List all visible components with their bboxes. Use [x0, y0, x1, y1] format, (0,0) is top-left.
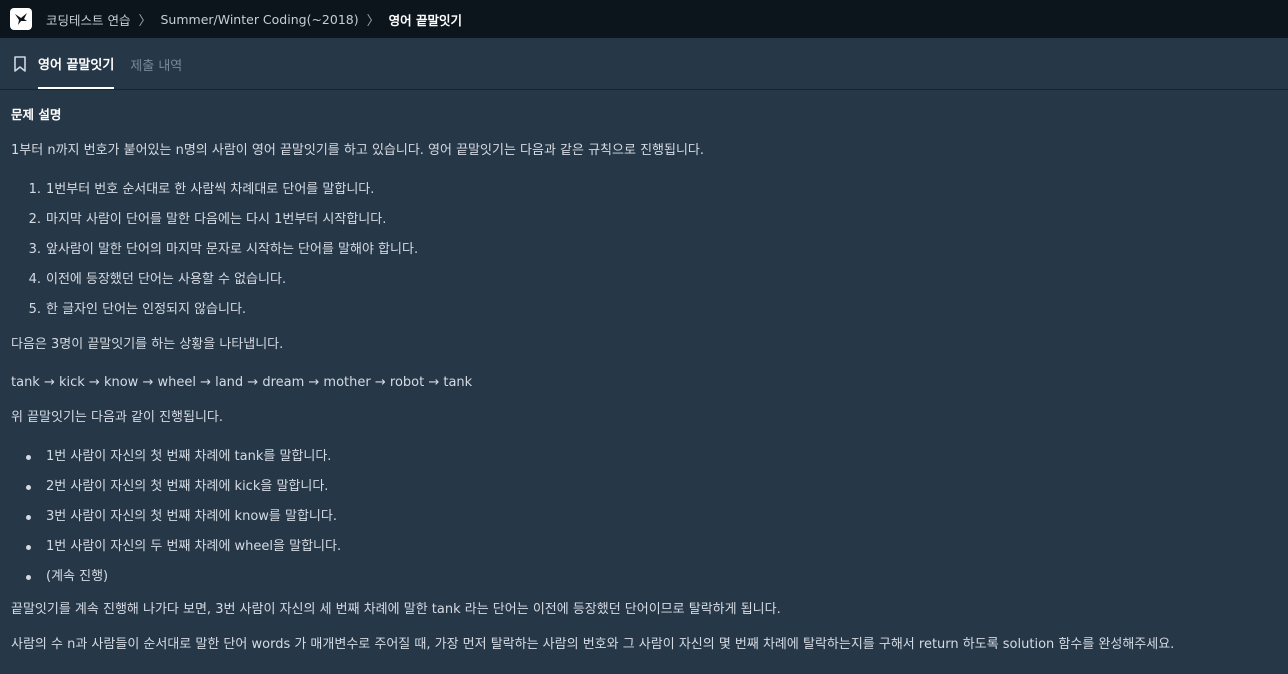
list-item: (계속 진행)	[11, 568, 1288, 586]
example-intro: 다음은 3명이 끝말잇기를 하는 상황을 나타냅니다.	[11, 337, 284, 352]
bullet	[11, 568, 46, 586]
list-item: 2. 마지막 사람이 단어를 말한 다음에는 다시 1번부터 시작합니다.	[28, 212, 387, 227]
bookmark-icon[interactable]	[12, 38, 28, 89]
list-item: 2번 사람이 자신의 첫 번째 차례에 kick을 말합니다.	[11, 478, 1288, 496]
example-chain: tank → kick → know → wheel → land → drea…	[11, 375, 473, 390]
bullet	[11, 478, 46, 496]
top-navbar: 코딩테스트 연습 〉 Summer/Winter Coding(~2018) 〉…	[0, 0, 1288, 38]
bullet	[11, 508, 46, 526]
list-item: 3번 사람이 자신의 첫 번째 차례에 know를 말합니다.	[11, 508, 1288, 526]
list-item: 1. 1번부터 번호 순서대로 한 사람씩 차례대로 단어를 말합니다.	[28, 182, 375, 197]
breadcrumb-separator: 〉	[366, 13, 380, 29]
programmers-logo[interactable]	[10, 8, 32, 30]
list-item: 4. 이전에 등장했던 단어는 사용할 수 없습니다.	[28, 272, 287, 287]
progress-list: 1번 사람이 자신의 첫 번째 차례에 tank를 말합니다. 2번 사람이 자…	[11, 448, 1288, 586]
intro-text: 1부터 n까지 번호가 붙어있는 n명의 사람이 영어 끝말잇기를 하고 있습니…	[11, 143, 704, 158]
conclusion-text: 끝말잇기를 계속 진행해 나가다 보면, 3번 사람이 자신의 세 번째 차례에…	[11, 602, 781, 617]
list-item: 3. 앞사람이 말한 단어의 마지막 문자로 시작하는 단어를 말해야 합니다.	[28, 242, 419, 257]
breadcrumb-current: 영어 끝말잇기	[388, 12, 462, 28]
list-item: 1번 사람이 자신의 첫 번째 차례에 tank를 말합니다.	[11, 448, 1288, 466]
breadcrumb-coding-test[interactable]: 코딩테스트 연습	[46, 10, 130, 29]
tab-bar: 영어 끝말잇기 제출 내역	[0, 38, 1288, 90]
rules-list: 1. 1번부터 번호 순서대로 한 사람씩 차례대로 단어를 말합니다. 2. 마지…	[11, 181, 1288, 319]
progress-intro: 위 끝말잇기는 다음과 같이 진행됩니다.	[11, 410, 224, 425]
section-title: 문제 설명	[11, 107, 62, 122]
list-item: 1번 사람이 자신의 두 번째 차례에 wheel을 말합니다.	[11, 538, 1288, 556]
bullet	[11, 538, 46, 556]
tab-problem[interactable]: 영어 끝말잇기	[38, 38, 115, 89]
task-text: 사람의 수 n과 사람들이 순서대로 말한 단어 words 가 매개변수로 주…	[11, 637, 1175, 652]
list-item: 5. 한 글자인 단어는 인정되지 않습니다.	[28, 302, 247, 317]
breadcrumb-separator: 〉	[138, 13, 152, 29]
tab-submissions[interactable]: 제출 내역	[130, 38, 182, 89]
bullet	[11, 448, 46, 466]
problem-description: 문제 설명 1부터 n까지 번호가 붙어있는 n명의 사람이 영어 끝말잇기를 …	[0, 90, 1288, 654]
breadcrumb-category[interactable]: Summer/Winter Coding(~2018)	[161, 12, 359, 27]
